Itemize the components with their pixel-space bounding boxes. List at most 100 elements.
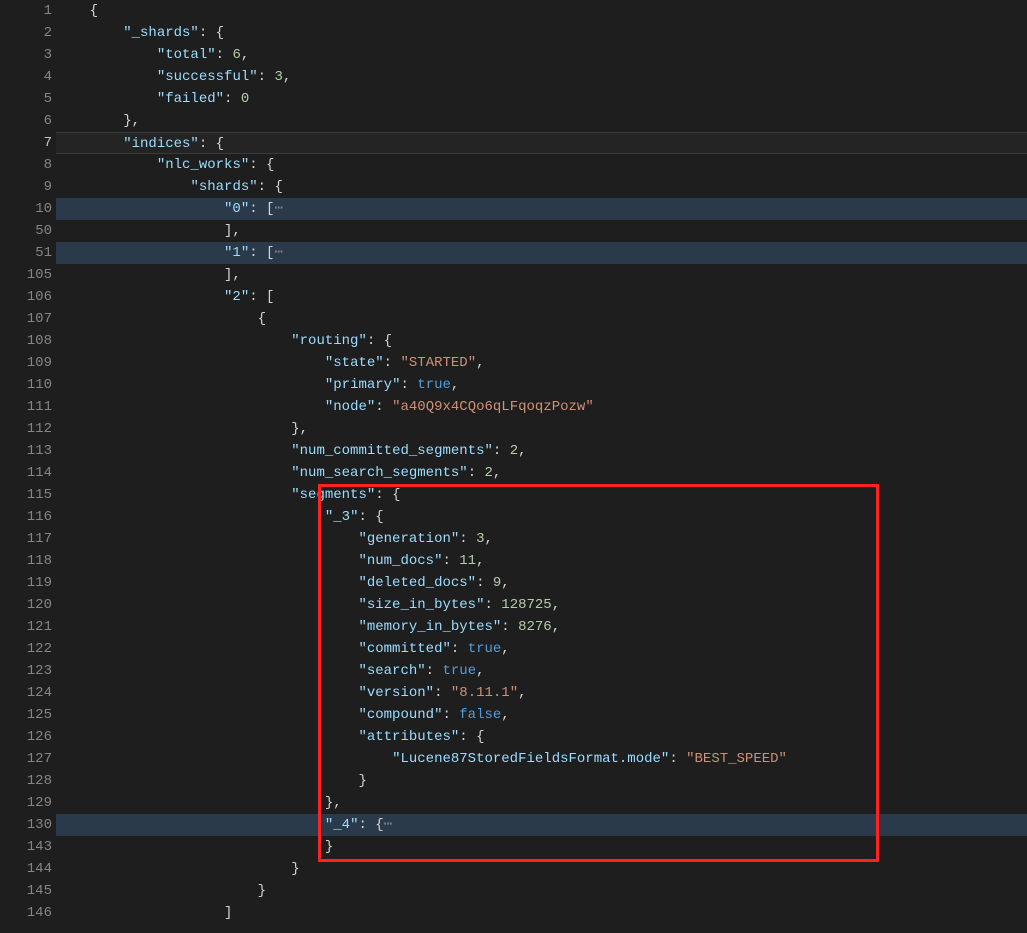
line-number: 108 <box>0 330 56 352</box>
code-editor[interactable]: 12345678910›5051›10510610710810911011111… <box>0 0 1027 933</box>
code-line[interactable]: "state": "STARTED", <box>56 352 1027 374</box>
code-line[interactable]: "node": "a40Q9x4CQo6qLFqoqzPozw" <box>56 396 1027 418</box>
code-line[interactable]: "num_docs": 11, <box>56 550 1027 572</box>
token-key: "num_docs" <box>358 550 442 572</box>
token-key: "routing" <box>291 330 367 352</box>
code-line[interactable]: }, <box>56 418 1027 440</box>
line-number: 10› <box>0 198 56 220</box>
line-number: 116 <box>0 506 56 528</box>
code-line[interactable]: "attributes": { <box>56 726 1027 748</box>
code-line[interactable]: ], <box>56 220 1027 242</box>
line-number: 112 <box>0 418 56 440</box>
line-number: 1 <box>0 0 56 22</box>
code-line[interactable]: } <box>56 770 1027 792</box>
token-num: 6 <box>232 44 240 66</box>
code-line[interactable]: { <box>56 308 1027 330</box>
code-line[interactable]: "_4": {⋯ <box>56 814 1027 836</box>
line-number: 119 <box>0 572 56 594</box>
token-punct: , <box>476 550 484 572</box>
token-key: "search" <box>358 660 425 682</box>
token-num: 2 <box>510 440 518 462</box>
token-key: "failed" <box>157 88 224 110</box>
code-line[interactable]: "routing": { <box>56 330 1027 352</box>
code-line[interactable]: { <box>56 0 1027 22</box>
token-key: "1" <box>224 242 249 264</box>
code-line[interactable]: "nlc_works": { <box>56 154 1027 176</box>
code-line[interactable]: "segments": { <box>56 484 1027 506</box>
code-line[interactable]: } <box>56 836 1027 858</box>
code-line[interactable]: "generation": 3, <box>56 528 1027 550</box>
code-line[interactable]: }, <box>56 110 1027 132</box>
token-key: "segments" <box>291 484 375 506</box>
code-line[interactable]: "0": [⋯ <box>56 198 1027 220</box>
token-punct: , <box>518 682 526 704</box>
code-line[interactable]: ], <box>56 264 1027 286</box>
token-punct: : <box>384 352 401 374</box>
token-punct: , <box>241 44 249 66</box>
line-number: 2 <box>0 22 56 44</box>
code-line[interactable]: } <box>56 880 1027 902</box>
code-line[interactable]: "search": true, <box>56 660 1027 682</box>
token-key: "state" <box>325 352 384 374</box>
code-line[interactable]: } <box>56 858 1027 880</box>
line-number: 105 <box>0 264 56 286</box>
code-line[interactable]: "indices": { <box>56 132 1027 154</box>
line-number: 6 <box>0 110 56 132</box>
token-key: "generation" <box>358 528 459 550</box>
token-key: "indices" <box>123 133 199 153</box>
code-line[interactable]: "total": 6, <box>56 44 1027 66</box>
code-line[interactable]: "Lucene87StoredFieldsFormat.mode": "BEST… <box>56 748 1027 770</box>
token-string: "8.11.1" <box>451 682 518 704</box>
token-punct: : { <box>199 22 224 44</box>
token-punct: , <box>476 352 484 374</box>
token-num: 9 <box>493 572 501 594</box>
code-line[interactable]: ] <box>56 902 1027 924</box>
token-punct: , <box>283 66 291 88</box>
token-punct: ], <box>224 264 241 286</box>
code-line[interactable]: "memory_in_bytes": 8276, <box>56 616 1027 638</box>
token-num: 3 <box>476 528 484 550</box>
code-line[interactable]: "num_committed_segments": 2, <box>56 440 1027 462</box>
token-string: "a40Q9x4CQo6qLFqoqzPozw" <box>392 396 594 418</box>
code-line[interactable]: "_3": { <box>56 506 1027 528</box>
line-number: 109 <box>0 352 56 374</box>
token-punct: : <box>442 550 459 572</box>
code-line[interactable]: "1": [⋯ <box>56 242 1027 264</box>
token-punct: : { <box>199 133 224 153</box>
token-ellipsis: ⋯ <box>274 198 282 220</box>
code-line[interactable]: "2": [ <box>56 286 1027 308</box>
token-key: "total" <box>157 44 216 66</box>
line-number: 118 <box>0 550 56 572</box>
code-line[interactable]: }, <box>56 792 1027 814</box>
code-line[interactable]: "size_in_bytes": 128725, <box>56 594 1027 616</box>
token-key: "committed" <box>358 638 450 660</box>
code-line[interactable]: "failed": 0 <box>56 88 1027 110</box>
token-num: 2 <box>485 462 493 484</box>
token-key: "version" <box>358 682 434 704</box>
token-punct: , <box>501 572 509 594</box>
token-key: "attributes" <box>358 726 459 748</box>
token-punct: : <box>375 396 392 418</box>
token-punct: : <box>493 440 510 462</box>
code-line[interactable]: "deleted_docs": 9, <box>56 572 1027 594</box>
code-line[interactable]: "committed": true, <box>56 638 1027 660</box>
token-key: "_4" <box>325 814 359 836</box>
code-line[interactable]: "version": "8.11.1", <box>56 682 1027 704</box>
token-punct: } <box>291 858 299 880</box>
token-punct: : <box>216 44 233 66</box>
token-num: 3 <box>274 66 282 88</box>
code-line[interactable]: "num_search_segments": 2, <box>56 462 1027 484</box>
code-line[interactable]: "shards": { <box>56 176 1027 198</box>
code-line[interactable]: "primary": true, <box>56 374 1027 396</box>
code-line[interactable]: "successful": 3, <box>56 66 1027 88</box>
line-number: 113 <box>0 440 56 462</box>
line-number: 9 <box>0 176 56 198</box>
code-line[interactable]: "_shards": { <box>56 22 1027 44</box>
code-line[interactable]: "compound": false, <box>56 704 1027 726</box>
token-num: 0 <box>241 88 249 110</box>
code-area[interactable]: { "_shards": { "total": 6, "successful":… <box>56 0 1027 933</box>
line-number: 143 <box>0 836 56 858</box>
token-punct: : <box>426 660 443 682</box>
token-punct: ], <box>224 220 241 242</box>
line-number: 3 <box>0 44 56 66</box>
